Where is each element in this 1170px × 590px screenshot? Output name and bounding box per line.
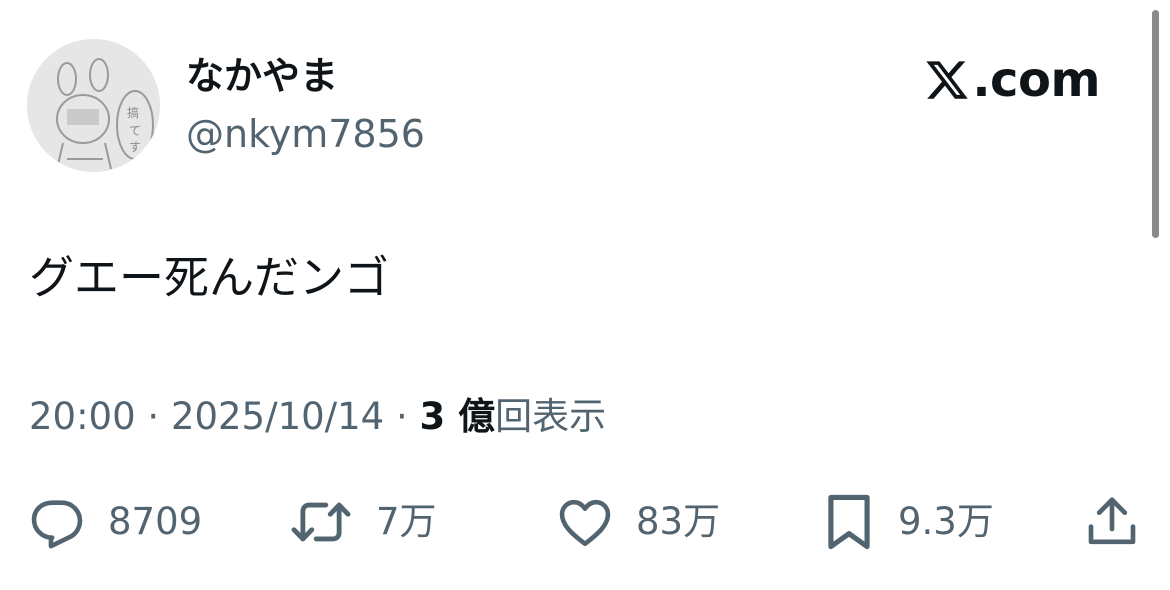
views-label: 回表示 bbox=[495, 395, 607, 438]
meta-separator: · bbox=[384, 395, 420, 438]
avatar[interactable]: 搞 て す bbox=[27, 39, 160, 172]
svg-text:搞: 搞 bbox=[127, 105, 139, 120]
tweet-time[interactable]: 20:00 bbox=[29, 395, 136, 438]
heart-icon bbox=[559, 499, 611, 547]
tweet-meta: 20:00 · 2025/10/14 · 3 億回表示 bbox=[29, 393, 606, 441]
svg-text:て: て bbox=[129, 124, 141, 138]
repost-icon bbox=[291, 502, 351, 542]
display-name[interactable]: なかやま bbox=[186, 52, 338, 100]
repost-button[interactable]: 7万 bbox=[288, 487, 437, 557]
tweet-text: グエー死んだンゴ bbox=[29, 251, 390, 304]
brand-text: .com bbox=[972, 52, 1100, 108]
action-bar: 8709 7万 83万 9.3万 bbox=[0, 487, 1170, 557]
bookmark-count: 9.3万 bbox=[898, 500, 994, 543]
user-handle[interactable]: @nkym7856 bbox=[186, 110, 425, 158]
bookmark-button[interactable]: 9.3万 bbox=[822, 487, 994, 557]
x-brand: .com bbox=[924, 52, 1100, 108]
meta-separator: · bbox=[135, 395, 171, 438]
views-count: 3 億 bbox=[419, 395, 496, 438]
reply-count: 8709 bbox=[108, 500, 203, 543]
scrollbar[interactable] bbox=[1152, 10, 1159, 238]
svg-text:す: す bbox=[129, 140, 141, 154]
like-button[interactable]: 83万 bbox=[556, 487, 720, 557]
x-logo-icon bbox=[926, 61, 969, 99]
reply-icon bbox=[31, 500, 83, 549]
tweet-card: 搞 て す なかやま @nkym7856 .com グエー死んだンゴ 20:00… bbox=[0, 0, 1170, 590]
like-count: 83万 bbox=[636, 500, 721, 543]
share-button[interactable] bbox=[1084, 487, 1140, 557]
reply-button[interactable]: 8709 bbox=[28, 487, 202, 557]
tweet-date[interactable]: 2025/10/14 bbox=[171, 395, 384, 438]
share-icon bbox=[1088, 497, 1136, 545]
repost-count: 7万 bbox=[376, 500, 437, 543]
avatar-sketch-icon: 搞 て す bbox=[27, 39, 160, 172]
bookmark-icon bbox=[828, 494, 870, 550]
